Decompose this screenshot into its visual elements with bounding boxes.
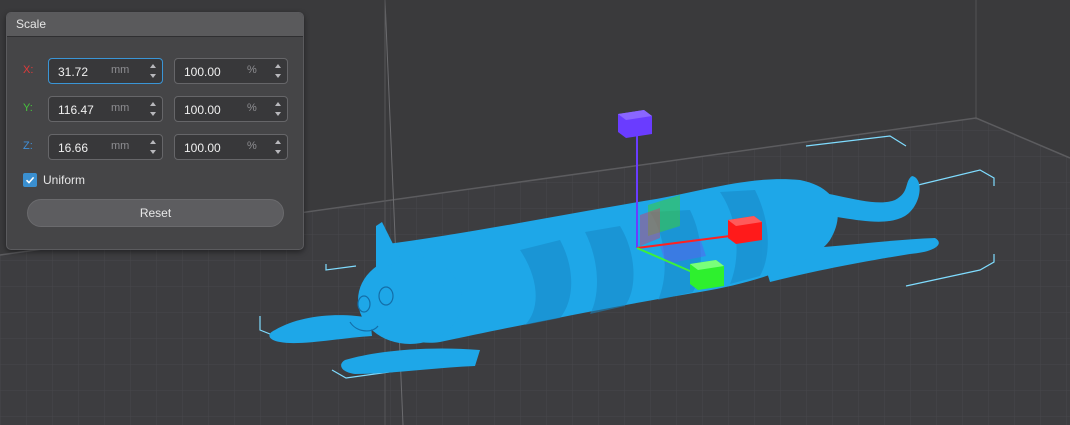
chevron-up-icon[interactable]	[275, 140, 281, 144]
size-z-unit: mm	[111, 140, 130, 152]
size-y-value: 116.47	[58, 103, 94, 117]
chevron-down-icon[interactable]	[150, 112, 156, 116]
size-y-unit: mm	[111, 102, 130, 114]
chevron-up-icon[interactable]	[275, 102, 281, 106]
size-x-unit: mm	[111, 64, 130, 76]
gizmo-handle-z[interactable]	[618, 110, 652, 138]
gizmo-handle-x[interactable]	[728, 216, 762, 244]
chevron-up-icon[interactable]	[150, 140, 156, 144]
checkmark-icon	[25, 176, 35, 184]
chevron-up-icon[interactable]	[150, 64, 156, 68]
percent-x-field[interactable]: 100.00 %	[174, 58, 288, 84]
percent-x-value: 100.00	[184, 65, 221, 79]
scale-row-x: X: 31.72 mm 100.00 %	[7, 58, 303, 84]
percent-x-stepper[interactable]	[271, 59, 287, 83]
percent-z-unit: %	[247, 140, 257, 152]
axis-label-y: Y:	[23, 102, 33, 114]
panel-title: Scale	[7, 13, 303, 37]
chevron-down-icon[interactable]	[275, 112, 281, 116]
size-z-value: 16.66	[58, 141, 89, 155]
percent-z-stepper[interactable]	[271, 135, 287, 159]
uniform-label: Uniform	[43, 173, 86, 187]
gizmo-handle-y[interactable]	[690, 260, 724, 290]
reset-button[interactable]: Reset	[27, 199, 284, 227]
chevron-up-icon[interactable]	[275, 64, 281, 68]
chevron-down-icon[interactable]	[275, 74, 281, 78]
scale-panel: Scale X: 31.72 mm 100.00 % Y: 116.47 mm	[6, 12, 304, 250]
size-x-stepper[interactable]	[146, 59, 162, 83]
chevron-up-icon[interactable]	[150, 102, 156, 106]
chevron-down-icon[interactable]	[150, 74, 156, 78]
chevron-down-icon[interactable]	[150, 150, 156, 154]
axis-label-z: Z:	[23, 140, 33, 152]
percent-x-unit: %	[247, 64, 257, 76]
size-x-value: 31.72	[58, 65, 89, 79]
uniform-checkbox[interactable]	[23, 173, 37, 187]
percent-y-field[interactable]: 100.00 %	[174, 96, 288, 122]
percent-y-stepper[interactable]	[271, 97, 287, 121]
percent-z-value: 100.00	[184, 141, 221, 155]
scale-row-y: Y: 116.47 mm 100.00 %	[7, 96, 303, 122]
scale-row-z: Z: 16.66 mm 100.00 %	[7, 134, 303, 160]
percent-y-unit: %	[247, 102, 257, 114]
size-x-field[interactable]: 31.72 mm	[48, 58, 163, 84]
chevron-down-icon[interactable]	[275, 150, 281, 154]
percent-y-value: 100.00	[184, 103, 221, 117]
percent-z-field[interactable]: 100.00 %	[174, 134, 288, 160]
axis-label-x: X:	[23, 64, 34, 76]
size-y-field[interactable]: 116.47 mm	[48, 96, 163, 122]
size-z-stepper[interactable]	[146, 135, 162, 159]
size-y-stepper[interactable]	[146, 97, 162, 121]
size-z-field[interactable]: 16.66 mm	[48, 134, 163, 160]
